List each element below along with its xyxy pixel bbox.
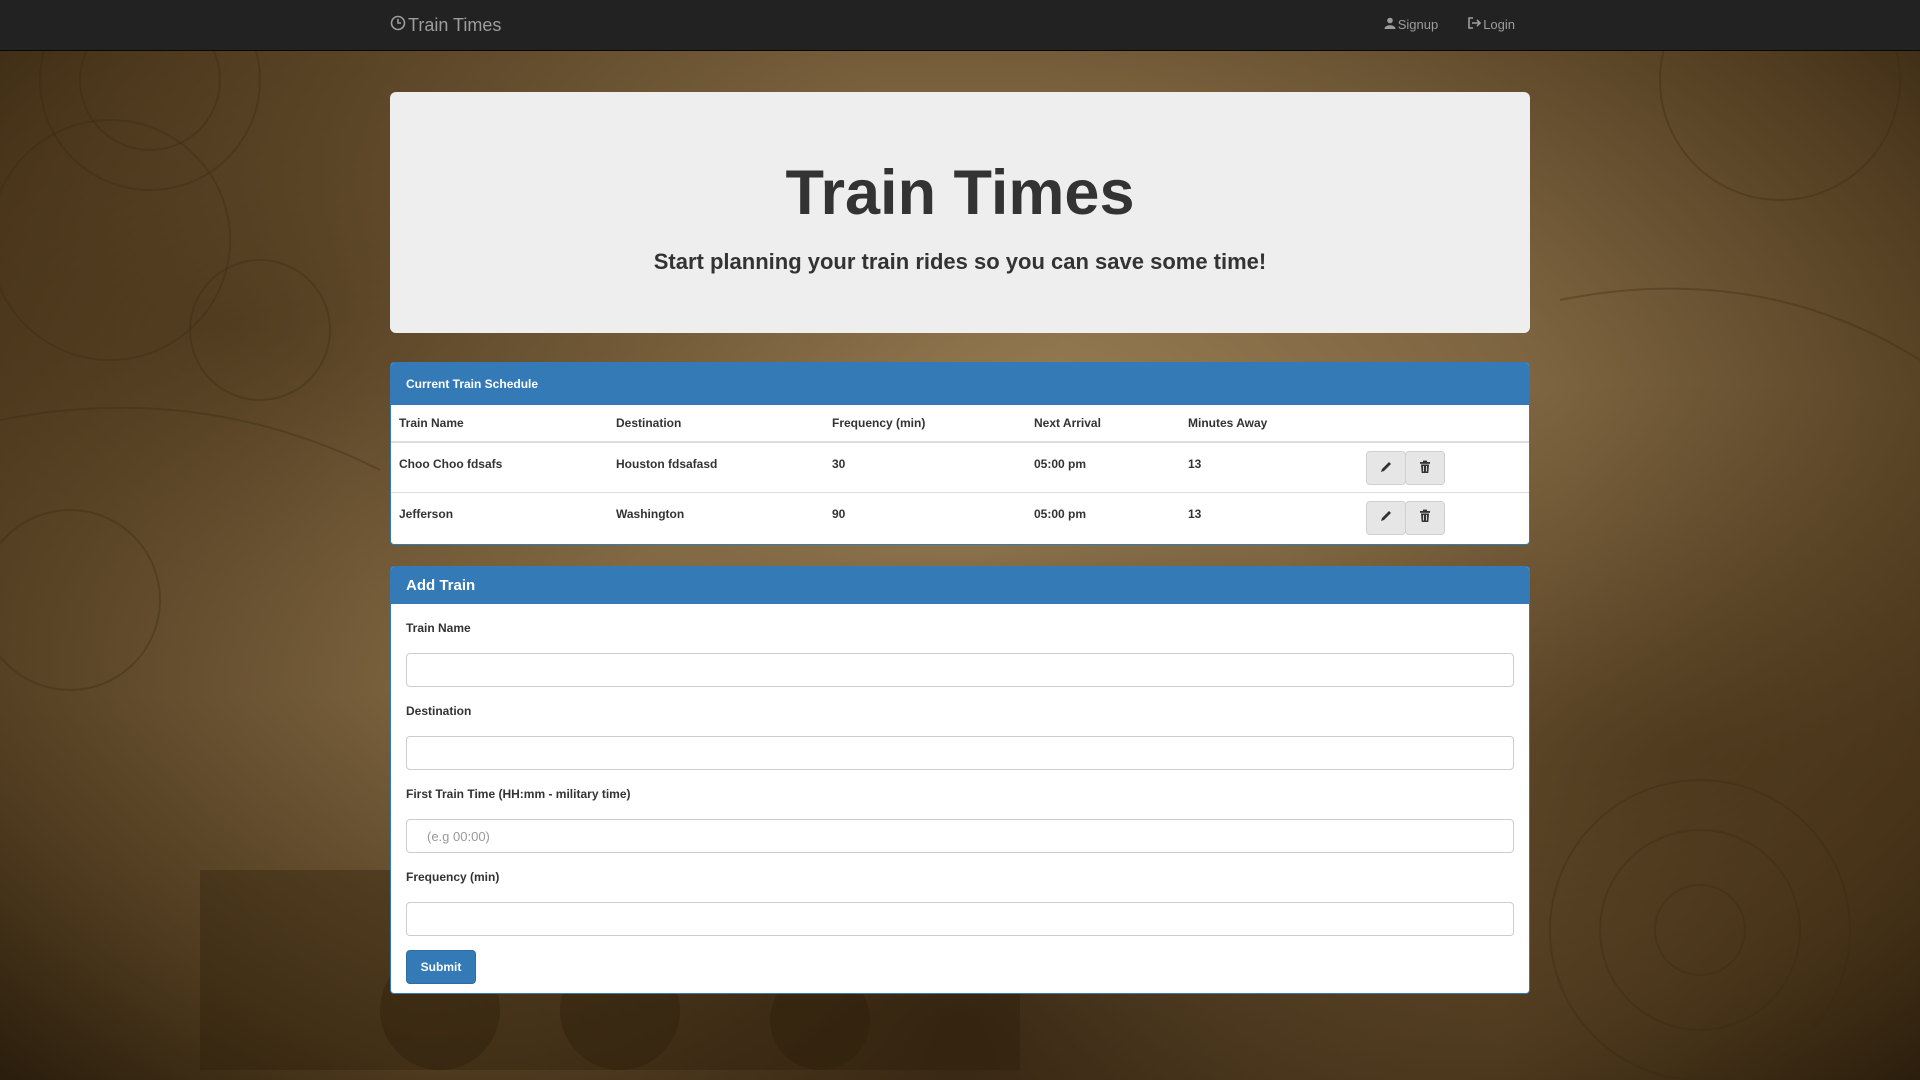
- pencil-icon: [1379, 509, 1393, 526]
- user-icon: [1384, 17, 1396, 32]
- cell-frequency: 30: [832, 457, 846, 471]
- column-header: Minutes Away: [1180, 405, 1358, 443]
- page-subtitle: Start planning your train rides so you c…: [653, 249, 1267, 274]
- edit-button[interactable]: [1366, 451, 1406, 485]
- brand-link[interactable]: Train Times: [390, 15, 501, 36]
- destination-input[interactable]: [406, 736, 1514, 770]
- form-group-first-train-time: First Train Time (HH:mm - military time): [406, 787, 1514, 853]
- trash-icon: [1418, 460, 1432, 477]
- edit-button[interactable]: [1366, 500, 1406, 535]
- column-header: Train Name: [391, 405, 608, 443]
- cell-next-arrival: 05:00 pm: [1026, 491, 1180, 542]
- column-header-actions: [1358, 405, 1529, 443]
- cell-minutes-away: 13: [1188, 457, 1202, 471]
- cell-next-arrival: 05:00 pm: [1034, 457, 1087, 471]
- signup-link[interactable]: Signup: [1384, 17, 1438, 32]
- trash-icon: [1418, 509, 1432, 526]
- delete-button[interactable]: [1405, 451, 1445, 485]
- page-title: Train Times: [785, 158, 1135, 228]
- frequency-label: Frequency (min): [406, 870, 500, 884]
- cell-destination: Houston fdsafasd: [616, 457, 718, 471]
- form-group-destination: Destination: [406, 704, 1514, 770]
- schedule-heading: Current Train Schedule: [391, 363, 1529, 405]
- cell-actions: [1358, 442, 1529, 492]
- cell-destination: Washington: [608, 491, 824, 542]
- column-header: Destination: [608, 405, 824, 443]
- first-train-time-input[interactable]: [406, 819, 1514, 853]
- signup-label: Signup: [1397, 17, 1439, 32]
- schedule-table: Train Name Destination Frequency (min) N…: [391, 405, 1529, 542]
- cell-actions: [1358, 491, 1529, 542]
- navbar: Train Times Signup Login: [0, 0, 1920, 51]
- login-link[interactable]: Login: [1468, 17, 1515, 32]
- train-name-label: Train Name: [406, 621, 471, 635]
- login-label: Login: [1483, 17, 1515, 32]
- brand-label: Train Times: [408, 15, 502, 35]
- pencil-icon: [1379, 460, 1393, 477]
- destination-label: Destination: [406, 704, 472, 718]
- delete-button[interactable]: [1405, 500, 1445, 535]
- submit-button[interactable]: Submit: [406, 950, 476, 984]
- train-name-input[interactable]: [406, 653, 1514, 687]
- table-row: Choo Choo fdsafs Houston fdsafasd 30 05:…: [391, 442, 1529, 492]
- add-train-panel: Add Train Train Name Destination First T…: [390, 566, 1530, 994]
- add-train-heading: Add Train: [391, 567, 1529, 604]
- cell-train-name: Jefferson: [391, 491, 608, 542]
- clock-icon: [390, 15, 406, 36]
- add-train-form: Train Name Destination First Train Time …: [391, 621, 1529, 984]
- schedule-panel: Current Train Schedule Train Name Destin…: [390, 362, 1530, 545]
- form-group-frequency: Frequency (min): [406, 870, 1514, 936]
- cell-frequency: 90: [824, 491, 1026, 542]
- column-header: Frequency (min): [824, 405, 1026, 443]
- cell-train-name: Choo Choo fdsafs: [399, 457, 503, 471]
- first-train-time-label: First Train Time (HH:mm - military time): [406, 787, 631, 801]
- nav-links: Signup Login: [1384, 17, 1515, 32]
- table-header-row: Train Name Destination Frequency (min) N…: [391, 405, 1529, 443]
- cell-minutes-away: 13: [1180, 491, 1358, 542]
- form-group-train-name: Train Name: [406, 621, 1514, 687]
- login-icon: [1468, 17, 1482, 32]
- frequency-input[interactable]: [406, 902, 1514, 936]
- table-row: Jefferson Washington 90 05:00 pm 13: [391, 491, 1529, 542]
- column-header: Next Arrival: [1026, 405, 1180, 443]
- jumbotron: Train Times Start planning your train ri…: [390, 92, 1530, 333]
